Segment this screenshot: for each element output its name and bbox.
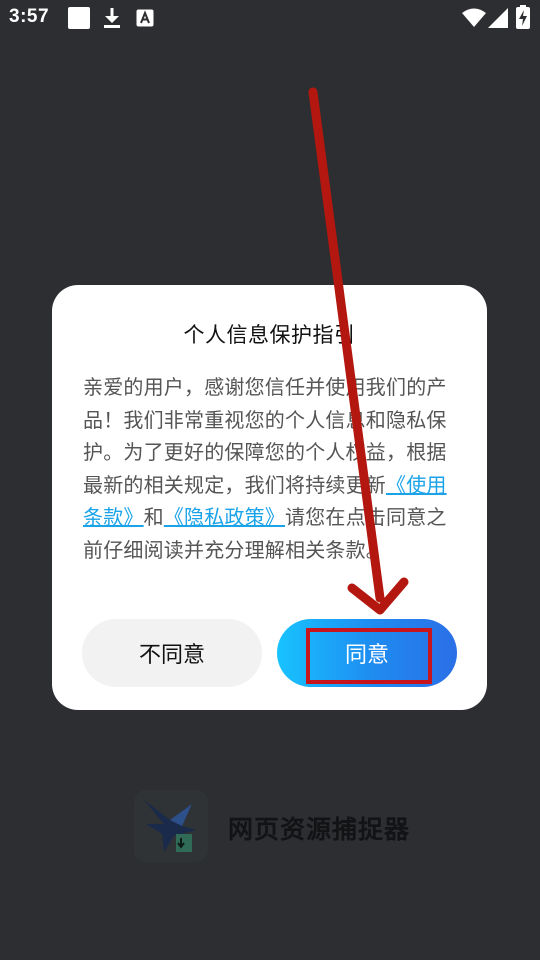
accept-button[interactable]: 同意 <box>277 619 457 687</box>
app-name: 网页资源捕捉器 <box>228 815 411 844</box>
status-time: 3:57 <box>9 6 50 27</box>
blank-square-icon <box>68 7 90 33</box>
download-icon <box>103 7 121 33</box>
wifi-icon <box>462 8 486 32</box>
privacy-dialog: 个人信息保护指引 亲爱的用户，感谢您信任并使用我们的产品！我们非常重视您的个人信… <box>52 285 487 710</box>
dialog-message: 亲爱的用户，感谢您信任并使用我们的产品！我们非常重视您的个人信息和隐私保护。为了… <box>83 371 463 566</box>
decline-button[interactable]: 不同意 <box>82 619 262 687</box>
status-bar: 3:57 <box>0 0 540 36</box>
dialog-title: 个人信息保护指引 <box>183 323 356 347</box>
bird-download-logo-icon <box>134 790 208 862</box>
dialog-body-conjunction: 和 <box>143 505 164 529</box>
font-a-icon <box>136 9 154 31</box>
battery-charging-icon <box>516 5 530 33</box>
privacy-policy-link[interactable]: 《隐私政策》 <box>164 505 285 529</box>
signal-icon <box>488 8 508 32</box>
splash-brand: 网页资源捕捉器 <box>130 788 430 868</box>
